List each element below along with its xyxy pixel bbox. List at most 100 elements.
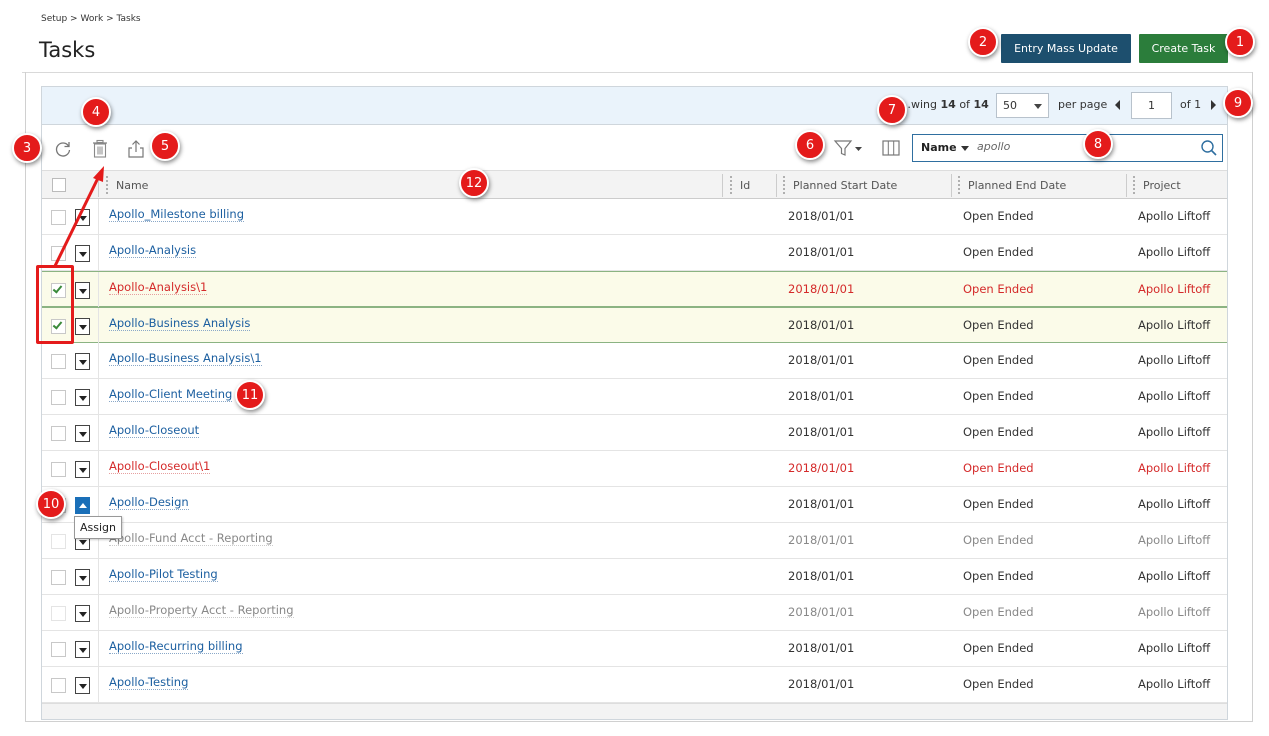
header-divider	[98, 174, 99, 197]
per-page-select[interactable]: 50	[996, 93, 1049, 118]
entry-mass-update-button[interactable]: Entry Mass Update	[1001, 34, 1131, 63]
row-checkbox[interactable]	[51, 642, 66, 657]
header-divider	[776, 174, 777, 197]
search-field-selector[interactable]: Name	[921, 141, 957, 154]
column-header-name[interactable]: Name	[102, 171, 722, 200]
project-cell: Apollo Liftoff	[1138, 209, 1211, 223]
row-checkbox[interactable]	[51, 462, 66, 477]
row-menu-button[interactable]	[75, 605, 90, 622]
chevron-down-icon	[79, 576, 87, 581]
project-cell: Apollo Liftoff	[1138, 569, 1211, 583]
task-name-link[interactable]: Apollo-Business Analysis	[109, 316, 251, 331]
column-resize-handle[interactable]	[105, 175, 109, 196]
refresh-icon[interactable]	[52, 138, 74, 160]
row-checkbox[interactable]	[51, 570, 66, 585]
row-checkbox[interactable]	[51, 426, 66, 441]
column-divider	[98, 451, 99, 486]
filter-icon[interactable]	[832, 137, 864, 159]
table-row[interactable]: Apollo-Analysis 2018/01/01 Open Ended Ap…	[42, 235, 1227, 271]
grid-footer	[42, 703, 1227, 719]
planned-end-cell: Open Ended	[963, 318, 1034, 332]
task-name-link[interactable]: Apollo_Milestone billing	[109, 207, 244, 222]
table-row[interactable]: Apollo-Recurring billing 2018/01/01 Open…	[42, 631, 1227, 667]
table-row[interactable]: Apollo-Client Meeting 2018/01/01 Open En…	[42, 379, 1227, 415]
column-resize-handle[interactable]	[1132, 175, 1136, 196]
task-name-link[interactable]: Apollo-Property Acct - Reporting	[109, 603, 294, 618]
row-checkbox[interactable]	[51, 354, 66, 369]
column-resize-handle[interactable]	[782, 175, 786, 196]
project-cell: Apollo Liftoff	[1138, 497, 1211, 511]
row-menu-button[interactable]	[75, 245, 90, 262]
row-menu-button[interactable]	[75, 425, 90, 442]
column-divider	[98, 235, 99, 270]
table-row[interactable]: Apollo-Business Analysis 2018/01/01 Open…	[42, 307, 1227, 343]
table-row[interactable]: Apollo-Analysis\1 2018/01/01 Open Ended …	[42, 271, 1227, 307]
column-header-planned-end[interactable]: Planned End Date	[954, 171, 1126, 200]
columns-icon[interactable]	[880, 137, 902, 159]
planned-start-cell: 2018/01/01	[788, 497, 855, 511]
chevron-down-icon	[79, 432, 87, 437]
annotation-badge: 3	[12, 133, 42, 163]
task-name-link[interactable]: Apollo-Business Analysis\1	[109, 351, 262, 366]
prev-page-icon[interactable]	[1115, 100, 1120, 110]
table-row[interactable]: Apollo-Closeout\1 2018/01/01 Open Ended …	[42, 451, 1227, 487]
select-all-checkbox[interactable]	[52, 178, 66, 192]
trash-icon[interactable]	[89, 138, 111, 160]
task-name-link[interactable]: Apollo-Analysis	[109, 243, 197, 258]
table-row[interactable]: Apollo-Pilot Testing 2018/01/01 Open End…	[42, 559, 1227, 595]
pager-shown-count: 14	[940, 98, 956, 111]
task-name-link[interactable]: Apollo-Fund Acct - Reporting	[109, 531, 273, 546]
row-menu-button[interactable]	[75, 569, 90, 586]
planned-start-cell: 2018/01/01	[788, 677, 855, 691]
row-checkbox[interactable]	[51, 390, 66, 405]
task-name-link[interactable]: Apollo-Design	[109, 495, 189, 510]
table-row[interactable]: Apollo-Closeout 2018/01/01 Open Ended Ap…	[42, 415, 1227, 451]
task-name-link[interactable]: Apollo-Analysis\1	[109, 280, 208, 295]
planned-end-cell: Open Ended	[963, 497, 1034, 511]
row-menu-button[interactable]	[75, 353, 90, 370]
column-resize-handle[interactable]	[957, 175, 961, 196]
row-menu-button[interactable]	[75, 389, 90, 406]
column-header-project[interactable]: Project	[1129, 171, 1227, 200]
chevron-down-icon[interactable]	[961, 146, 969, 151]
planned-end-cell: Open Ended	[963, 389, 1034, 403]
column-header-id[interactable]: Id	[726, 171, 776, 200]
row-checkbox[interactable]	[51, 246, 66, 261]
table-row[interactable]: Apollo-Testing 2018/01/01 Open Ended Apo…	[42, 667, 1227, 703]
column-divider	[98, 415, 99, 450]
table-row[interactable]: Apollo-Fund Acct - Reporting 2018/01/01 …	[42, 523, 1227, 559]
next-page-icon[interactable]	[1211, 100, 1216, 110]
table-row[interactable]: Apollo-Business Analysis\1 2018/01/01 Op…	[42, 343, 1227, 379]
page-count-label: of 1	[1180, 98, 1202, 111]
row-menu-button[interactable]	[75, 318, 90, 335]
row-menu-button[interactable]	[75, 282, 90, 299]
row-menu-button[interactable]	[75, 461, 90, 478]
table-row[interactable]: Apollo-Design 2018/01/01 Open Ended Apol…	[42, 487, 1227, 523]
project-cell: Apollo Liftoff	[1138, 605, 1211, 619]
row-menu-button[interactable]	[75, 497, 90, 514]
search-icon[interactable]	[1200, 139, 1218, 161]
task-name-link[interactable]: Apollo-Client Meeting	[109, 387, 233, 402]
export-icon[interactable]	[125, 138, 147, 160]
planned-end-cell: Open Ended	[963, 425, 1034, 439]
row-menu-button[interactable]	[75, 677, 90, 694]
annotation-badge: 5	[150, 131, 180, 161]
task-name-link[interactable]: Apollo-Closeout\1	[109, 459, 211, 474]
assign-tooltip: Assign	[74, 516, 122, 539]
column-header-planned-start[interactable]: Planned Start Date	[779, 171, 951, 200]
task-name-link[interactable]: Apollo-Closeout	[109, 423, 200, 438]
column-divider	[98, 379, 99, 414]
task-name-link[interactable]: Apollo-Recurring billing	[109, 639, 243, 654]
task-name-link[interactable]: Apollo-Pilot Testing	[109, 567, 218, 582]
column-resize-handle[interactable]	[729, 175, 733, 196]
row-checkbox[interactable]	[51, 678, 66, 693]
table-row[interactable]: Apollo-Property Acct - Reporting 2018/01…	[42, 595, 1227, 631]
breadcrumb[interactable]: Setup > Work > Tasks	[41, 14, 141, 24]
table-row[interactable]: Apollo_Milestone billing 2018/01/01 Open…	[42, 199, 1227, 235]
page-number-input[interactable]: 1	[1131, 92, 1172, 119]
create-task-button[interactable]: Create Task	[1139, 34, 1228, 63]
task-name-link[interactable]: Apollo-Testing	[109, 675, 189, 690]
row-checkbox[interactable]	[51, 210, 66, 225]
row-menu-button[interactable]	[75, 641, 90, 658]
row-menu-button[interactable]	[75, 209, 90, 226]
